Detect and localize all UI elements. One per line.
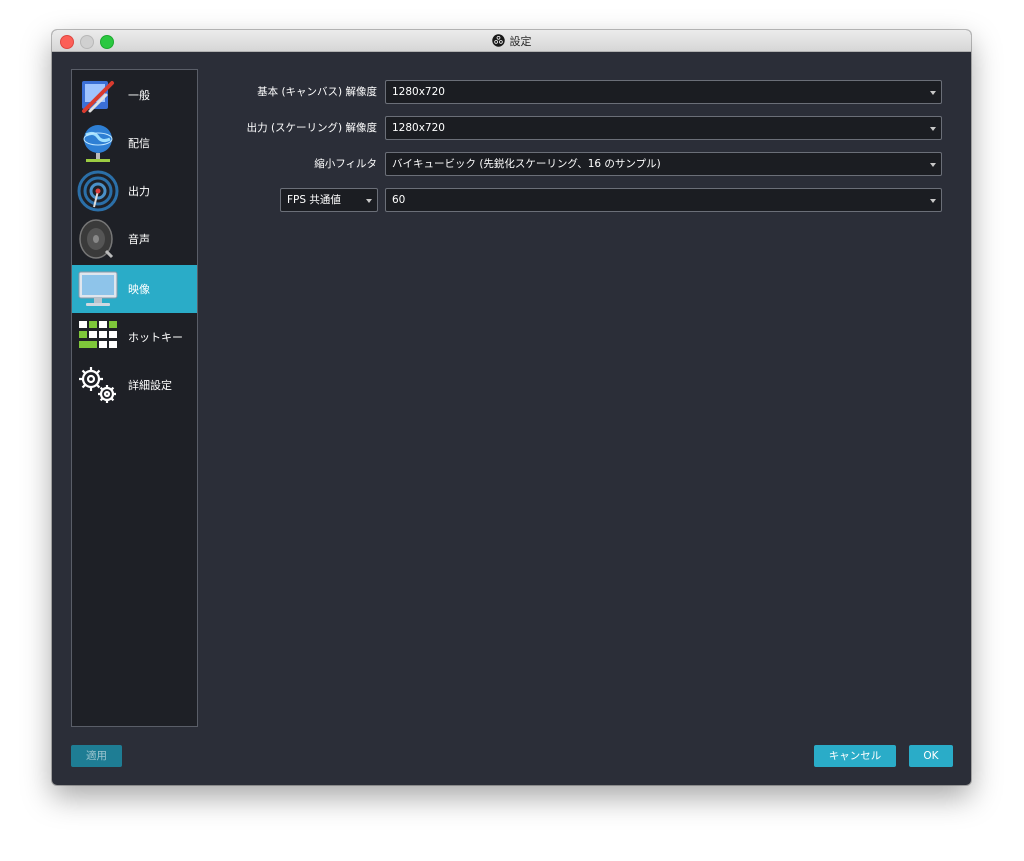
output-resolution-value: 1280x720 xyxy=(392,122,445,134)
sidebar-item-label: 詳細設定 xyxy=(128,379,172,392)
fps-value-select[interactable]: 60 xyxy=(385,188,942,212)
window-title: 設定 xyxy=(509,34,532,48)
sidebar-item-label: 配信 xyxy=(128,137,150,150)
sidebar-item-output[interactable]: 出力 xyxy=(72,167,197,215)
base-resolution-select[interactable]: 1280x720 xyxy=(385,80,942,104)
window-title-wrap: 設定 xyxy=(52,30,971,51)
sidebar-item-hotkeys[interactable]: ホットキー xyxy=(72,313,197,361)
sidebar-item-general[interactable]: 一般 xyxy=(72,71,197,119)
sidebar-item-label: 出力 xyxy=(128,185,150,198)
cancel-button[interactable]: キャンセル xyxy=(814,745,896,767)
sidebar-item-stream[interactable]: 配信 xyxy=(72,119,197,167)
advanced-gears-icon xyxy=(79,367,116,403)
sidebar-item-video[interactable]: 映像 xyxy=(72,265,197,313)
general-tools-icon xyxy=(82,81,114,113)
output-resolution-label: 出力 (スケーリング) 解像度 xyxy=(246,122,377,134)
chevron-down-icon xyxy=(930,91,936,95)
chevron-down-icon xyxy=(366,199,372,203)
chevron-down-icon xyxy=(930,163,936,167)
base-resolution-value: 1280x720 xyxy=(392,86,445,98)
stream-globe-icon xyxy=(83,125,113,162)
sidebar-item-label: 一般 xyxy=(128,89,150,102)
sidebar-item-label: 音声 xyxy=(128,233,150,246)
sidebar-item-label: 映像 xyxy=(128,283,150,296)
video-monitor-icon xyxy=(78,271,118,306)
downscale-filter-label: 縮小フィルタ xyxy=(314,158,377,170)
sidebar-item-advanced[interactable]: 詳細設定 xyxy=(72,361,197,409)
base-resolution-label: 基本 (キャンバス) 解像度 xyxy=(257,86,377,98)
sidebar-item-label: ホットキー xyxy=(128,331,183,344)
title-bar: 設定 xyxy=(52,30,971,52)
chevron-down-icon xyxy=(930,127,936,131)
ok-button[interactable]: OK xyxy=(909,745,953,767)
downscale-filter-select[interactable]: バイキュービック (先鋭化スケーリング、16 のサンプル) xyxy=(385,152,942,176)
audio-speaker-icon xyxy=(79,219,114,259)
output-resolution-select[interactable]: 1280x720 xyxy=(385,116,942,140)
settings-sidebar: 一般 配信 出力 音声 映像 ホットキー 詳細設定 xyxy=(71,69,198,727)
settings-window: 設定 一般 配信 出力 音声 映像 ホットキー 詳細設定 基本 (キャンバス) … xyxy=(52,30,971,785)
hotkey-keyboard-icon xyxy=(79,321,117,348)
fps-value: 60 xyxy=(392,194,406,206)
fps-type-select[interactable]: FPS 共通値 xyxy=(280,188,378,212)
sidebar-item-audio[interactable]: 音声 xyxy=(72,215,197,263)
fps-type-value: FPS 共通値 xyxy=(287,194,341,206)
obs-logo-icon xyxy=(491,34,505,47)
apply-button[interactable]: 適用 xyxy=(71,745,122,767)
output-antenna-icon xyxy=(77,170,119,212)
downscale-filter-value: バイキュービック (先鋭化スケーリング、16 のサンプル) xyxy=(392,158,661,170)
chevron-down-icon xyxy=(930,199,936,203)
